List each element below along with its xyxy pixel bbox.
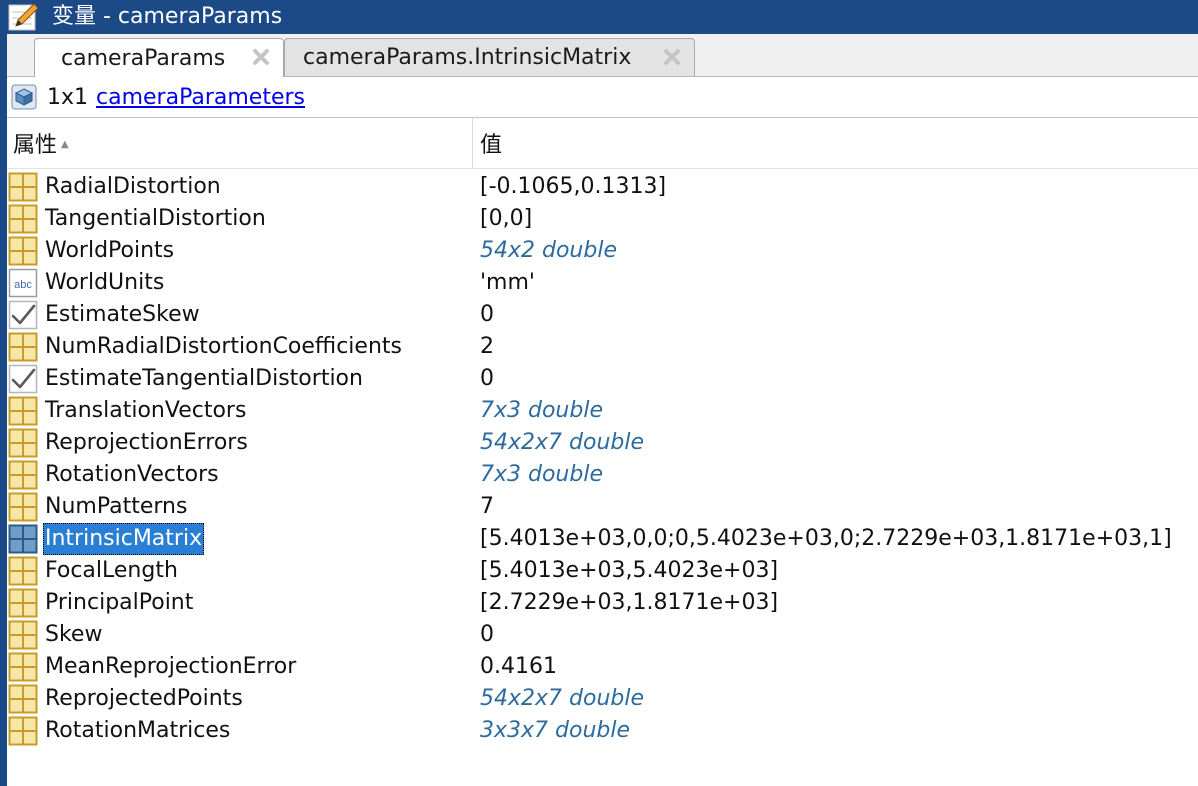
grid-icon	[8, 556, 38, 586]
grid-icon	[8, 588, 38, 618]
table-row[interactable]: TranslationVectors 7x3 double	[7, 395, 1198, 427]
property-name[interactable]: ReprojectionErrors	[43, 427, 250, 459]
property-list: RadialDistortion [-0.1065,0.1313] Tangenti…	[7, 171, 1198, 747]
table-row[interactable]: EstimateTangentialDistortion 0	[7, 363, 1198, 395]
property-name[interactable]: NumRadialDistortionCoefficients	[43, 331, 404, 363]
property-value[interactable]: 0	[480, 619, 494, 651]
property-value[interactable]: [5.4013e+03,5.4023e+03]	[480, 555, 778, 587]
column-header-value[interactable]: 值	[480, 118, 502, 168]
tab-strip: cameraParams cameraParams.IntrinsicMatri…	[7, 34, 1198, 77]
table-header: 属性 ▲ 值	[7, 118, 1198, 169]
property-name[interactable]: Skew	[43, 619, 104, 651]
table-row[interactable]: ReprojectedPoints 54x2x7 double	[7, 683, 1198, 715]
grid-icon	[8, 428, 38, 458]
property-value[interactable]: 7	[480, 491, 494, 523]
table-row[interactable]: NumPatterns 7	[7, 491, 1198, 523]
property-value[interactable]: 7x3 double	[480, 459, 603, 491]
property-name[interactable]: RadialDistortion	[43, 171, 223, 203]
property-value[interactable]: [-0.1065,0.1313]	[480, 171, 666, 203]
table-row[interactable]: EstimateSkew 0	[7, 299, 1198, 331]
grid-icon	[8, 460, 38, 490]
close-tab-icon[interactable]	[660, 45, 684, 69]
table-row[interactable]: RadialDistortion [-0.1065,0.1313]	[7, 171, 1198, 203]
property-name[interactable]: PrincipalPoint	[43, 587, 195, 619]
variable-editor: cameraParams cameraParams.IntrinsicMatri…	[7, 34, 1198, 786]
variable-info-bar: 1x1 cameraParameters	[7, 77, 1198, 118]
tab-intrinsicmatrix[interactable]: cameraParams.IntrinsicMatrix	[284, 38, 695, 76]
tab-label: cameraParams	[61, 45, 226, 71]
property-name[interactable]: EstimateSkew	[43, 299, 202, 331]
table-row[interactable]: FocalLength [5.4013e+03,5.4023e+03]	[7, 555, 1198, 587]
grid-icon	[8, 396, 38, 426]
property-name[interactable]: RotationMatrices	[43, 715, 232, 747]
table-row[interactable]: abc WorldUnits 'mm'	[7, 267, 1198, 299]
table-row[interactable]: MeanReprojectionError 0.4161	[7, 651, 1198, 683]
class-link[interactable]: cameraParameters	[96, 85, 305, 110]
table-row[interactable]: Skew 0	[7, 619, 1198, 651]
grid-icon	[8, 236, 38, 266]
grid-icon	[8, 204, 38, 234]
abc-icon: abc	[8, 268, 38, 298]
table-row[interactable]: TangentialDistortion [0,0]	[7, 203, 1198, 235]
table-row[interactable]: RotationVectors 7x3 double	[7, 459, 1198, 491]
property-value[interactable]: 7x3 double	[480, 395, 603, 427]
table-row[interactable]: NumRadialDistortionCoefficients 2	[7, 331, 1198, 363]
grid-icon	[8, 332, 38, 362]
variable-editor-app-icon	[8, 3, 39, 31]
property-value[interactable]: 54x2x7 double	[480, 427, 644, 459]
property-name[interactable]: WorldUnits	[43, 267, 166, 299]
grid-icon	[8, 172, 38, 202]
grid-icon-selected	[8, 524, 38, 554]
property-value[interactable]: 'mm'	[480, 267, 535, 299]
property-name[interactable]: ReprojectedPoints	[43, 683, 245, 715]
grid-icon	[8, 652, 38, 682]
table-row[interactable]: PrincipalPoint [2.7229e+03,1.8171e+03]	[7, 587, 1198, 619]
property-value[interactable]: [5.4013e+03,0,0;0,5.4023e+03,0;2.7229e+0…	[480, 523, 1172, 555]
check-icon	[8, 364, 38, 394]
property-value[interactable]: 0	[480, 363, 494, 395]
property-value[interactable]: [0,0]	[480, 203, 532, 235]
table-row[interactable]: WorldPoints 54x2 double	[7, 235, 1198, 267]
property-value[interactable]: 2	[480, 331, 494, 363]
property-name[interactable]: WorldPoints	[43, 235, 176, 267]
property-value[interactable]: 54x2 double	[480, 235, 617, 267]
grid-icon	[8, 620, 38, 650]
grid-icon	[8, 492, 38, 522]
window-frame-left	[0, 34, 7, 786]
table-row[interactable]: RotationMatrices 3x3x7 double	[7, 715, 1198, 747]
tab-cameraparams[interactable]: cameraParams	[34, 38, 284, 77]
property-name[interactable]: NumPatterns	[43, 491, 189, 523]
tab-label: cameraParams.IntrinsicMatrix	[303, 45, 632, 70]
property-value[interactable]: 0	[480, 299, 494, 331]
column-header-value-label: 值	[480, 133, 503, 158]
object-cube-icon	[11, 84, 37, 110]
sort-ascending-icon: ▲	[61, 138, 69, 150]
property-name[interactable]: EstimateTangentialDistortion	[43, 363, 365, 395]
close-tab-icon[interactable]	[249, 45, 273, 69]
grid-icon	[8, 716, 38, 746]
property-value[interactable]: 3x3x7 double	[480, 715, 630, 747]
property-name[interactable]: TangentialDistortion	[43, 203, 268, 235]
variable-size: 1x1	[47, 84, 89, 110]
window-title: 变量 - cameraParams	[52, 4, 283, 29]
window-titlebar: 变量 - cameraParams	[0, 0, 1198, 34]
property-name[interactable]: IntrinsicMatrix	[43, 523, 205, 555]
property-value[interactable]: 0.4161	[480, 651, 557, 683]
property-name[interactable]: FocalLength	[43, 555, 180, 587]
column-header-property[interactable]: 属性 ▲	[7, 118, 473, 168]
check-icon	[8, 300, 38, 330]
grid-icon	[8, 684, 38, 714]
column-header-property-label: 属性	[13, 133, 58, 158]
property-value[interactable]: 54x2x7 double	[480, 683, 644, 715]
property-name[interactable]: TranslationVectors	[43, 395, 248, 427]
svg-text:abc: abc	[14, 279, 32, 291]
property-name[interactable]: RotationVectors	[43, 459, 221, 491]
table-row[interactable]: IntrinsicMatrix [5.4013e+03,0,0;0,5.4023e…	[7, 523, 1198, 555]
table-row[interactable]: ReprojectionErrors 54x2x7 double	[7, 427, 1198, 459]
property-value[interactable]: [2.7229e+03,1.8171e+03]	[480, 587, 778, 619]
property-name[interactable]: MeanReprojectionError	[43, 651, 298, 683]
